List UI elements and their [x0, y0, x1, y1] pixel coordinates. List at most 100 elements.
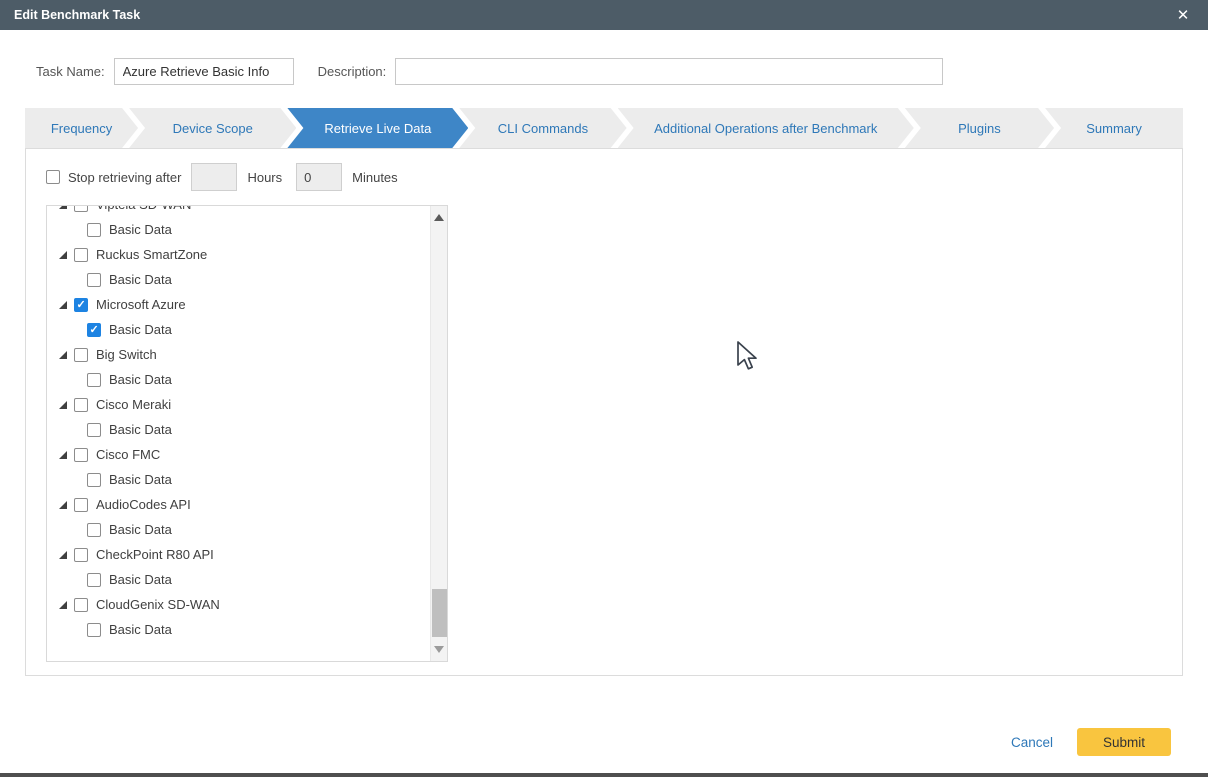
- tab-cli-commands[interactable]: CLI Commands: [459, 108, 626, 148]
- tree-row-big-switch[interactable]: Big Switch: [47, 342, 430, 367]
- expanded-triangle-icon[interactable]: [59, 351, 67, 359]
- tree-item-label: Basic Data: [109, 622, 172, 637]
- tree-checkbox[interactable]: [87, 623, 101, 637]
- hours-input[interactable]: [191, 163, 237, 191]
- tree-checkbox[interactable]: [87, 573, 101, 587]
- minutes-input[interactable]: [296, 163, 342, 191]
- tree-rows: Viptela SD-WAN Basic Data Ruckus SmartZone…: [47, 205, 430, 642]
- tree-scrollbar[interactable]: [430, 206, 447, 661]
- tree-checkbox[interactable]: [87, 223, 101, 237]
- tree-checkbox[interactable]: [74, 298, 88, 312]
- expanded-triangle-icon[interactable]: [59, 301, 67, 309]
- tree-item-label: Big Switch: [96, 347, 157, 362]
- triangle-up-icon[interactable]: [434, 214, 444, 221]
- expanded-triangle-icon[interactable]: [59, 601, 67, 609]
- description-label: Description:: [318, 64, 387, 79]
- task-name-label: Task Name:: [36, 64, 105, 79]
- tree-item-label: Basic Data: [109, 272, 172, 287]
- tree-row-ruckus-smartzone[interactable]: Ruckus SmartZone: [47, 242, 430, 267]
- tree-row-basic-data[interactable]: Basic Data: [47, 567, 430, 592]
- dialog-title: Edit Benchmark Task: [14, 8, 140, 22]
- tab-label: Device Scope: [173, 121, 253, 136]
- expanded-triangle-icon[interactable]: [59, 501, 67, 509]
- dialog-bottom-edge: [0, 773, 1208, 777]
- tree-checkbox[interactable]: [74, 598, 88, 612]
- close-icon[interactable]: ✕: [1172, 4, 1194, 26]
- tree-checkbox[interactable]: [74, 548, 88, 562]
- tree-item-label: AudioCodes API: [96, 497, 191, 512]
- description-input[interactable]: [395, 58, 943, 85]
- cancel-button[interactable]: Cancel: [1011, 735, 1053, 750]
- tree-item-label: Ruckus SmartZone: [96, 247, 207, 262]
- tab-frequency[interactable]: Frequency: [25, 108, 138, 148]
- tree-row-cisco-fmc[interactable]: Cisco FMC: [47, 442, 430, 467]
- tree-item-label: Basic Data: [109, 522, 172, 537]
- tab-additional-operations-after-benchmark[interactable]: Additional Operations after Benchmark: [618, 108, 914, 148]
- retrieve-live-data-panel: Stop retrieving after Hours Minutes Vipt…: [25, 148, 1183, 676]
- tree-row-basic-data[interactable]: Basic Data: [47, 317, 430, 342]
- tree-item-label: Cisco FMC: [96, 447, 160, 462]
- expanded-triangle-icon[interactable]: [59, 451, 67, 459]
- hours-label: Hours: [247, 170, 282, 185]
- tree-checkbox[interactable]: [87, 523, 101, 537]
- tree-checkbox[interactable]: [74, 205, 88, 212]
- tab-label: Additional Operations after Benchmark: [654, 121, 877, 136]
- tree-item-label: Cisco Meraki: [96, 397, 171, 412]
- tree-item-label: Basic Data: [109, 222, 172, 237]
- wizard-tab-strip: Frequency Device Scope Retrieve Live Data C…: [25, 108, 1183, 148]
- tab-label: Frequency: [51, 121, 112, 136]
- tree-checkbox[interactable]: [87, 423, 101, 437]
- tree-row-checkpoint-r80-api[interactable]: CheckPoint R80 API: [47, 542, 430, 567]
- expanded-triangle-icon[interactable]: [59, 251, 67, 259]
- tab-label: CLI Commands: [498, 121, 588, 136]
- tree-row-basic-data[interactable]: Basic Data: [47, 367, 430, 392]
- tree-row-basic-data[interactable]: Basic Data: [47, 417, 430, 442]
- tree-item-label: CheckPoint R80 API: [96, 547, 214, 562]
- tree-checkbox[interactable]: [87, 323, 101, 337]
- triangle-down-icon[interactable]: [434, 646, 444, 653]
- tree-item-label: Microsoft Azure: [96, 297, 186, 312]
- tree-item-label: Viptela SD-WAN: [96, 205, 191, 212]
- tree-row-cisco-meraki[interactable]: Cisco Meraki: [47, 392, 430, 417]
- task-form-row: Task Name: Description:: [36, 58, 1183, 85]
- data-type-tree: Viptela SD-WAN Basic Data Ruckus SmartZone…: [46, 205, 448, 662]
- tab-label: Summary: [1086, 121, 1142, 136]
- tree-checkbox[interactable]: [74, 248, 88, 262]
- tab-label: Plugins: [958, 121, 1001, 136]
- tree-checkbox[interactable]: [87, 373, 101, 387]
- stop-retrieving-label: Stop retrieving after: [68, 170, 181, 185]
- expanded-triangle-icon[interactable]: [59, 551, 67, 559]
- tree-row-viptela-sd-wan[interactable]: Viptela SD-WAN: [47, 205, 430, 217]
- expanded-triangle-icon[interactable]: [59, 205, 67, 209]
- tab-label: Retrieve Live Data: [324, 121, 431, 136]
- tree-row-basic-data[interactable]: Basic Data: [47, 467, 430, 492]
- tree-checkbox[interactable]: [74, 498, 88, 512]
- stop-retrieving-row: Stop retrieving after Hours Minutes: [46, 163, 412, 191]
- tree-checkbox[interactable]: [74, 398, 88, 412]
- tree-row-basic-data[interactable]: Basic Data: [47, 517, 430, 542]
- tree-item-label: CloudGenix SD-WAN: [96, 597, 220, 612]
- scrollbar-thumb[interactable]: [432, 589, 447, 637]
- tree-checkbox[interactable]: [74, 348, 88, 362]
- expanded-triangle-icon[interactable]: [59, 401, 67, 409]
- tree-row-cloudgenix-sd-wan[interactable]: CloudGenix SD-WAN: [47, 592, 430, 617]
- task-name-input[interactable]: [114, 58, 294, 85]
- tab-device-scope[interactable]: Device Scope: [129, 108, 296, 148]
- tab-plugins[interactable]: Plugins: [905, 108, 1054, 148]
- tree-item-label: Basic Data: [109, 372, 172, 387]
- tree-row-basic-data[interactable]: Basic Data: [47, 217, 430, 242]
- tree-row-microsoft-azure[interactable]: Microsoft Azure: [47, 292, 430, 317]
- edit-benchmark-task-dialog: Edit Benchmark Task ✕ Task Name: Descrip…: [0, 0, 1208, 777]
- tree-checkbox[interactable]: [87, 273, 101, 287]
- tab-retrieve-live-data[interactable]: Retrieve Live Data: [287, 108, 468, 148]
- tree-item-label: Basic Data: [109, 322, 172, 337]
- tree-checkbox[interactable]: [74, 448, 88, 462]
- tree-item-label: Basic Data: [109, 572, 172, 587]
- tree-row-basic-data[interactable]: Basic Data: [47, 617, 430, 642]
- tab-summary[interactable]: Summary: [1045, 108, 1183, 148]
- stop-retrieving-checkbox[interactable]: [46, 170, 60, 184]
- tree-row-audiocodes-api[interactable]: AudioCodes API: [47, 492, 430, 517]
- tree-checkbox[interactable]: [87, 473, 101, 487]
- tree-row-basic-data[interactable]: Basic Data: [47, 267, 430, 292]
- submit-button[interactable]: Submit: [1077, 728, 1171, 756]
